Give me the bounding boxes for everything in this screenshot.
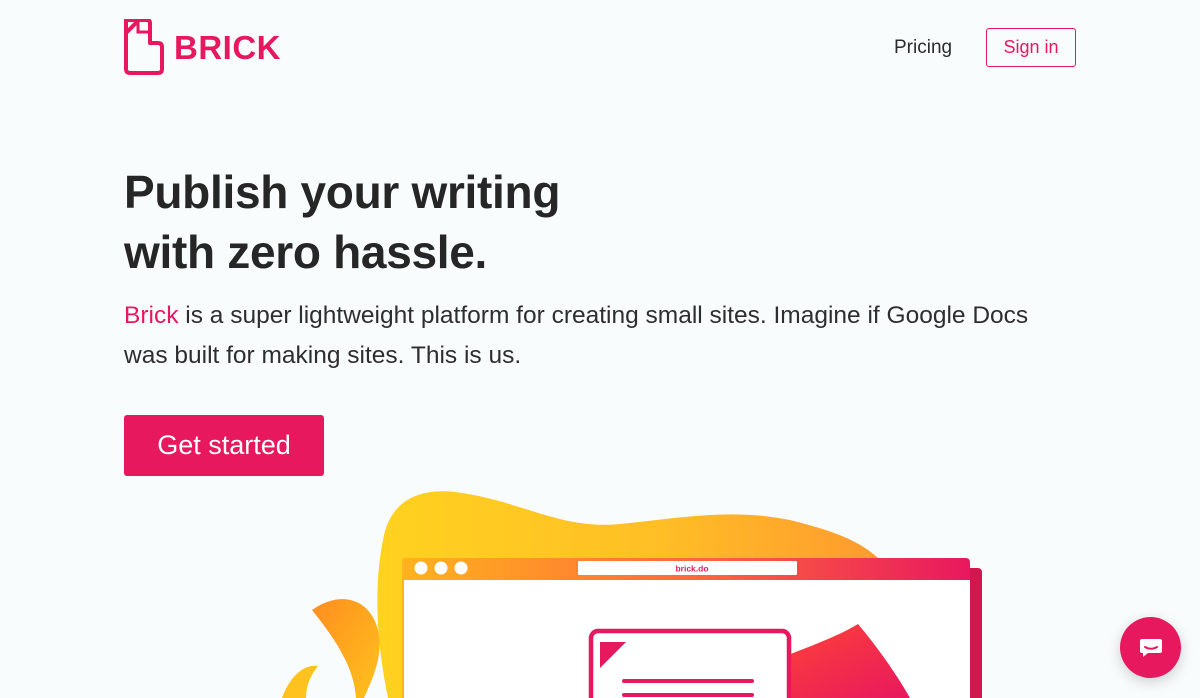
hero-description: Brick is a super lightweight platform fo… [124, 296, 1044, 376]
chat-icon [1139, 638, 1162, 657]
chat-button[interactable] [1120, 617, 1181, 678]
landing-page: BRICK Pricing Sign in Publish your writi… [0, 0, 1200, 698]
get-started-button[interactable]: Get started [124, 415, 324, 476]
brick-link[interactable]: Brick [124, 302, 178, 329]
browser-dot-1 [414, 561, 428, 575]
hero-illustration: brick.do [282, 491, 982, 698]
site-header: BRICK Pricing Sign in [0, 0, 1200, 100]
brick-logo-icon [124, 19, 164, 75]
headline-line-2: with zero hassle. [124, 226, 488, 278]
nav-pricing-link[interactable]: Pricing [894, 37, 952, 59]
logo-text: BRICK [174, 28, 281, 66]
hero-description-text: is a super lightweight platform for crea… [124, 302, 1029, 369]
document-card [588, 628, 792, 698]
browser-url-text: brick.do [675, 564, 708, 574]
hero-headline: Publish your writing with zero hassle. [124, 162, 824, 282]
left-flame-small [282, 665, 318, 698]
left-flame-shape [312, 599, 380, 698]
headline-line-1: Publish your writing [124, 166, 561, 218]
browser-dot-3 [454, 561, 468, 575]
logo-link[interactable]: BRICK [123, 19, 281, 75]
sign-in-button[interactable]: Sign in [986, 28, 1076, 67]
browser-dot-2 [434, 561, 448, 575]
